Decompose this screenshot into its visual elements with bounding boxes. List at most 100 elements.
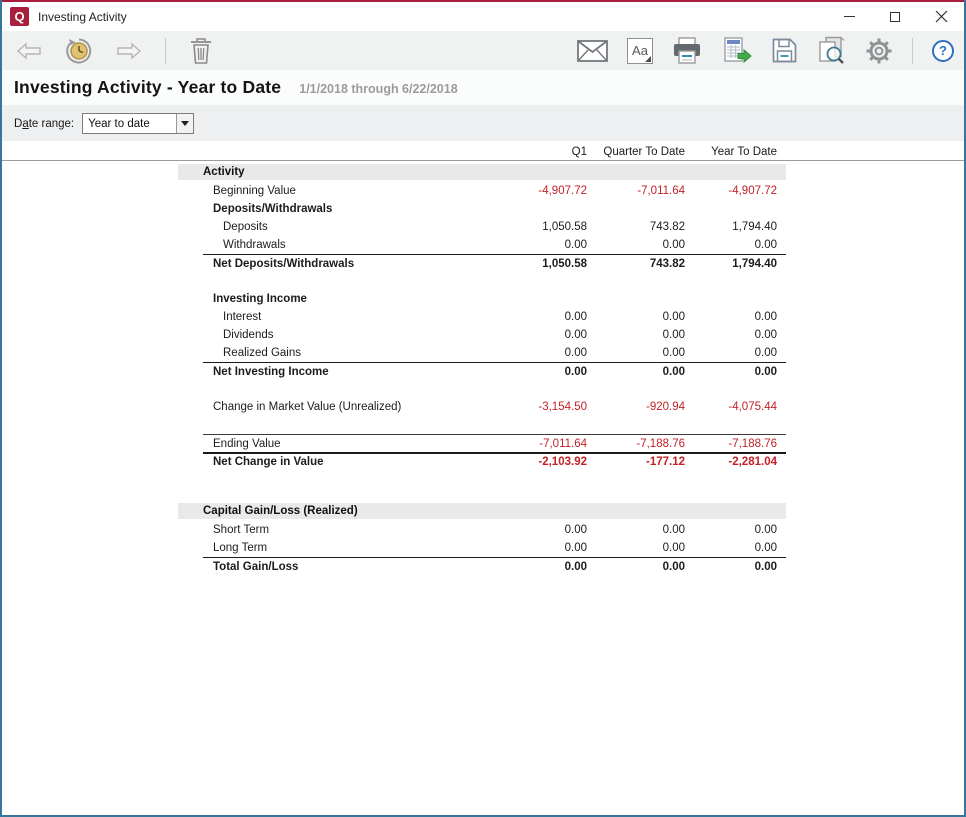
table-row-withdrawals: Withdrawals 0.00 0.00 0.00	[203, 236, 786, 254]
spacer-row	[178, 380, 786, 398]
date-range-label-post: te range:	[29, 118, 74, 130]
date-range-dropdown[interactable]: Year to date	[82, 113, 194, 134]
row-value: -7,188.76	[587, 438, 685, 450]
printer-icon	[672, 37, 702, 65]
row-label: Long Term	[203, 542, 489, 554]
row-value: 743.82	[587, 221, 685, 233]
settings-button[interactable]	[865, 37, 893, 65]
window-controls	[826, 2, 964, 31]
toolbar-separator	[165, 38, 166, 64]
report-period: 1/1/2018 through 6/22/2018	[299, 82, 457, 96]
row-value: -7,188.76	[685, 438, 777, 450]
row-value: 0.00	[587, 311, 685, 323]
history-clock-icon	[65, 37, 93, 65]
table-row-net-deposits-withdrawals: Net Deposits/Withdrawals 1,050.58 743.82…	[203, 254, 786, 272]
table-row-long-term: Long Term 0.00 0.00 0.00	[203, 539, 786, 557]
row-value: 1,050.58	[489, 258, 587, 270]
email-report-button[interactable]	[577, 40, 608, 62]
font-size-button[interactable]: Aa	[627, 38, 653, 64]
row-value: 1,794.40	[685, 258, 777, 270]
row-value: 0.00	[489, 347, 587, 359]
export-spreadsheet-icon	[721, 37, 752, 65]
minimize-button[interactable]	[826, 2, 872, 31]
row-label: Total Gain/Loss	[203, 561, 489, 573]
spacer-row	[178, 272, 786, 290]
row-value: 0.00	[587, 366, 685, 378]
row-value: 0.00	[587, 524, 685, 536]
window-title: Investing Activity	[38, 10, 127, 24]
print-preview-button[interactable]	[817, 36, 846, 65]
report-title: Investing Activity - Year to Date	[14, 77, 281, 98]
row-value: -7,011.64	[489, 438, 587, 450]
row-value: 0.00	[685, 561, 777, 573]
print-button[interactable]	[672, 37, 702, 65]
font-size-label: Aa	[632, 43, 648, 58]
help-question-mark: ?	[939, 43, 947, 58]
row-value: 0.00	[489, 329, 587, 341]
table-row-total-gain-loss: Total Gain/Loss 0.00 0.00 0.00	[203, 557, 786, 575]
column-header-q1: Q1	[489, 146, 587, 158]
row-value: 0.00	[685, 311, 777, 323]
quicken-report-window: Q Investing Activity	[0, 0, 966, 817]
title-bar: Q Investing Activity	[2, 2, 964, 31]
row-value: 0.00	[489, 366, 587, 378]
table-row-deposits-withdrawals-header: Deposits/Withdrawals	[203, 200, 786, 218]
print-preview-icon	[817, 36, 846, 65]
row-label: Ending Value	[203, 438, 489, 450]
maximize-button[interactable]	[872, 2, 918, 31]
back-button[interactable]	[16, 41, 42, 61]
row-label: Net Investing Income	[203, 366, 489, 378]
delete-report-button[interactable]	[189, 37, 213, 65]
row-value: 0.00	[489, 239, 587, 251]
toolbar: Aa	[2, 31, 964, 70]
section-header-capital-gain-loss: Capital Gain/Loss (Realized)	[178, 503, 786, 519]
row-value: 0.00	[489, 561, 587, 573]
table-row-interest: Interest 0.00 0.00 0.00	[203, 308, 786, 326]
help-icon: ?	[932, 40, 954, 62]
table-row-net-change-in-value: Net Change in Value -2,103.92 -177.12 -2…	[203, 452, 786, 470]
close-icon	[935, 10, 948, 23]
table-row-beginning-value: Beginning Value -4,907.72 -7,011.64 -4,9…	[203, 182, 786, 200]
table-row-dividends: Dividends 0.00 0.00 0.00	[203, 326, 786, 344]
row-label: Withdrawals	[203, 239, 489, 251]
close-button[interactable]	[918, 2, 964, 31]
window-top-chrome: Q Investing Activity	[0, 0, 966, 141]
save-floppy-icon	[771, 37, 798, 64]
font-size-icon: Aa	[627, 38, 653, 64]
row-label: Deposits	[203, 221, 489, 233]
help-button[interactable]: ?	[932, 40, 954, 62]
export-button[interactable]	[721, 37, 752, 65]
row-value: 1,050.58	[489, 221, 587, 233]
minimize-icon	[844, 16, 855, 17]
report-banner: Investing Activity - Year to Date 1/1/20…	[2, 70, 964, 105]
date-range-value: Year to date	[83, 118, 176, 130]
row-label: Dividends	[203, 329, 489, 341]
spacer-row	[178, 416, 786, 434]
row-value: 0.00	[685, 329, 777, 341]
row-value: 0.00	[685, 524, 777, 536]
row-label: Net Change in Value	[203, 456, 489, 468]
header-rule	[2, 160, 964, 161]
table-row-short-term: Short Term 0.00 0.00 0.00	[203, 521, 786, 539]
row-value: 0.00	[685, 542, 777, 554]
save-report-button[interactable]	[771, 37, 798, 64]
row-value: 1,794.40	[685, 221, 777, 233]
forward-arrow-icon	[116, 41, 142, 61]
row-value: 0.00	[587, 329, 685, 341]
dropdown-button[interactable]	[176, 114, 193, 133]
filter-bar: Date range: Year to date	[2, 105, 964, 143]
row-label: Beginning Value	[203, 185, 489, 197]
maximize-icon	[890, 12, 900, 22]
row-value: 0.00	[587, 347, 685, 359]
row-value: 0.00	[489, 542, 587, 554]
row-label: Interest	[203, 311, 489, 323]
report-body: Q1 Quarter To Date Year To Date Activity…	[2, 141, 964, 813]
row-value: 0.00	[685, 347, 777, 359]
row-value: 0.00	[489, 311, 587, 323]
spacer-row	[178, 470, 786, 488]
forward-button[interactable]	[116, 41, 142, 61]
envelope-icon	[577, 40, 608, 62]
history-button[interactable]	[65, 37, 93, 65]
row-value: -177.12	[587, 456, 685, 468]
row-value: 0.00	[685, 366, 777, 378]
